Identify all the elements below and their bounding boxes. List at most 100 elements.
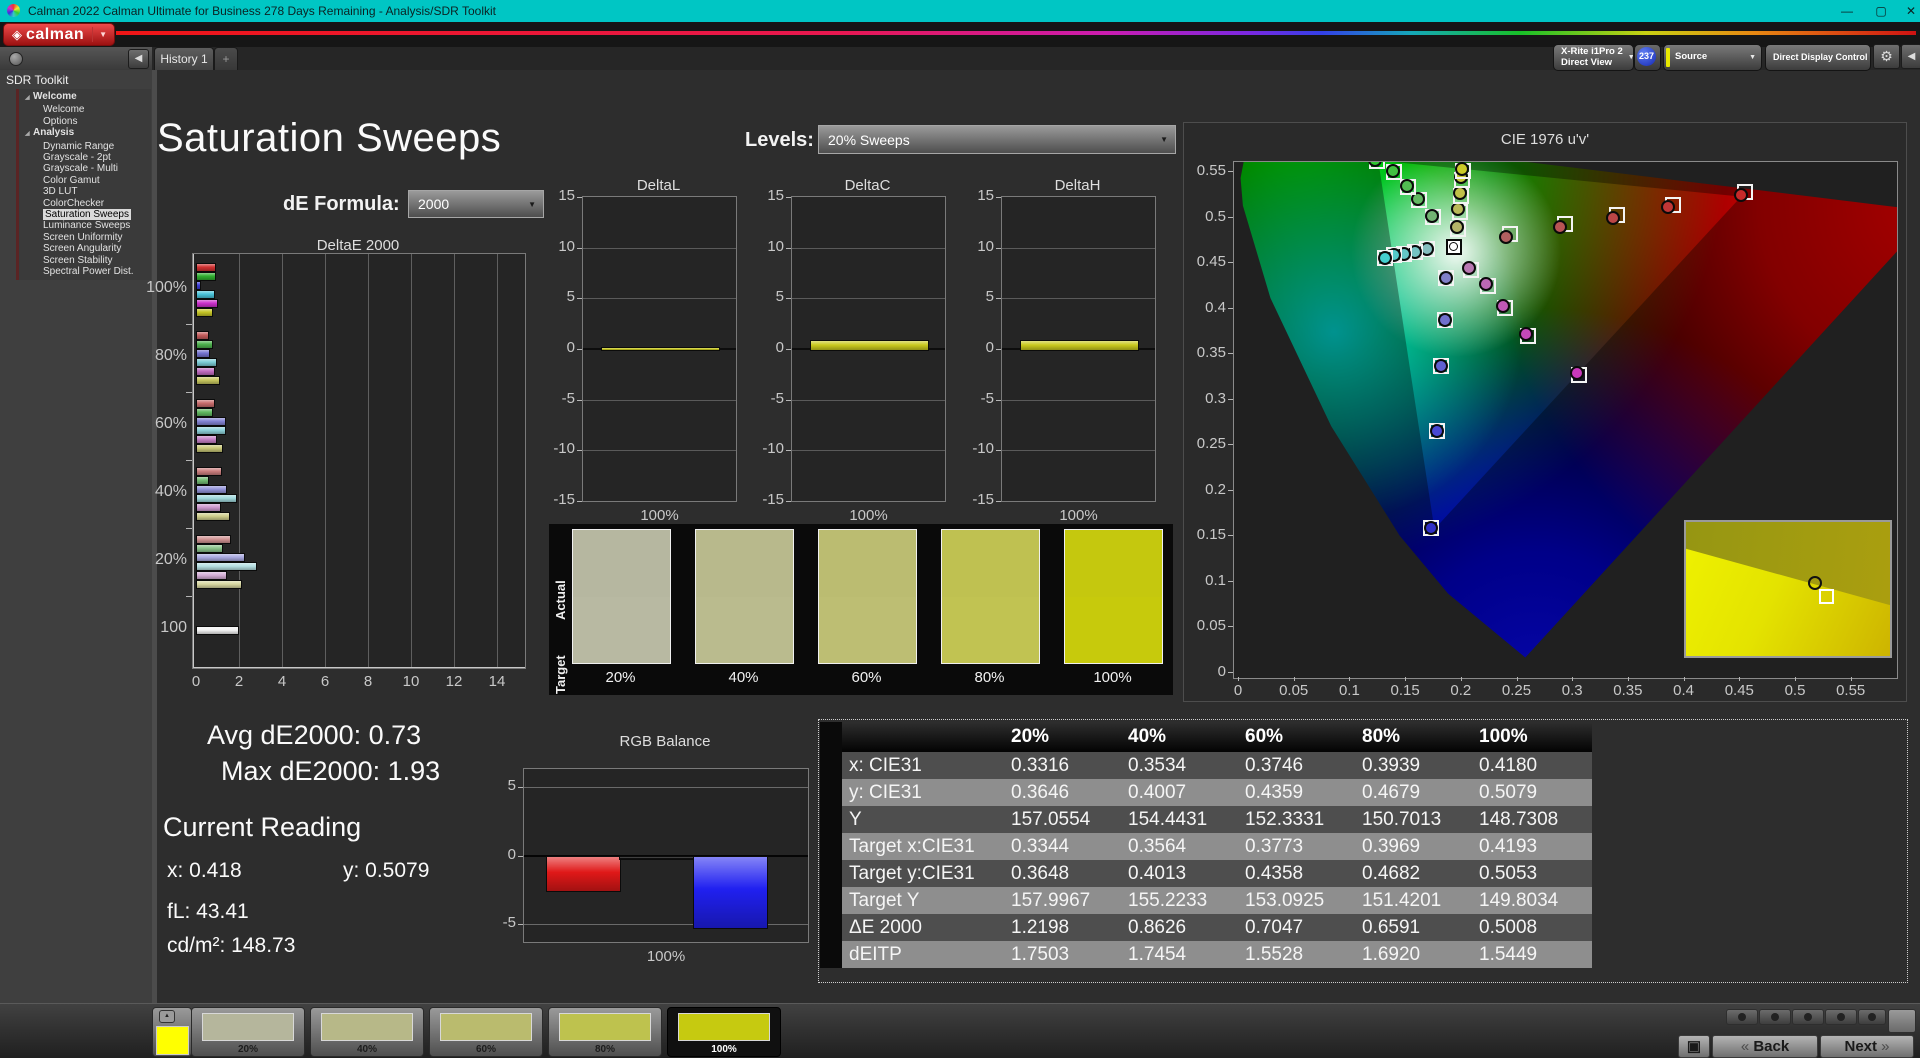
swatch-100%: [1064, 529, 1163, 664]
sidebar-item-grayscale-multi[interactable]: Grayscale - Multi: [19, 163, 151, 174]
pin-button[interactable]: [9, 52, 23, 66]
hidden-toolbar-button[interactable]: [1726, 1009, 1758, 1025]
category-label: 100%: [99, 280, 187, 296]
panel-collapse-button[interactable]: ◀: [1901, 44, 1920, 69]
pattern-tile-40%[interactable]: 40%: [310, 1007, 424, 1057]
back-button[interactable]: « Back: [1712, 1035, 1818, 1058]
table-corner: [820, 722, 842, 752]
x-tick-label: 14: [481, 674, 513, 690]
row-label: Target Y: [842, 887, 1004, 914]
y-tick-label: -10: [746, 441, 784, 457]
sidebar-item-label: Grayscale - Multi: [43, 163, 118, 174]
levels-dropdown[interactable]: 20% Sweeps ▼: [818, 125, 1176, 154]
deltae-bar-green-80%: [196, 340, 213, 349]
gridline: [1002, 400, 1155, 401]
y-tick-mark: [577, 450, 582, 451]
display-control-button[interactable]: Direct Display Control ▼: [1765, 44, 1871, 71]
source-device-button[interactable]: Source ▼: [1663, 44, 1762, 71]
deltae-bar-yellow-80%: [196, 376, 220, 385]
hidden-toolbar-button[interactable]: [1888, 1009, 1916, 1033]
sidebar-item-saturation-sweeps[interactable]: Saturation Sweeps: [19, 209, 151, 220]
x-tick-label: 0.3: [1550, 683, 1594, 699]
sidebar-item-label: Options: [43, 116, 77, 127]
hidden-toolbar-button[interactable]: [1759, 1009, 1791, 1025]
chevron-down-icon: ▼: [92, 27, 107, 42]
swatch-label: 40%: [695, 670, 792, 686]
pattern-tile-60%[interactable]: 60%: [429, 1007, 543, 1057]
sidebar-item-screen-angularity[interactable]: Screen Angularity: [19, 243, 151, 254]
sidebar-item-spectral-power-dist-[interactable]: Spectral Power Dist.: [19, 266, 151, 277]
sidebar-item-color-gamut[interactable]: Color Gamut: [19, 175, 151, 186]
hidden-toolbar-button[interactable]: [1792, 1009, 1824, 1025]
sidebar-item-dynamic-range[interactable]: Dynamic Range: [19, 141, 151, 152]
pattern-popout-icon[interactable]: ▲: [159, 1010, 175, 1023]
row-label: x: CIE31: [842, 752, 1004, 779]
inset-measured-marker: [1808, 576, 1822, 590]
hidden-toolbar-button[interactable]: [1858, 1009, 1886, 1025]
hidden-toolbar-button[interactable]: [1825, 1009, 1857, 1025]
table-cell: 0.6591: [1355, 914, 1472, 941]
pattern-tile-80%[interactable]: 80%: [548, 1007, 662, 1057]
row-strip: [820, 752, 842, 779]
y-tick-mark: [186, 596, 192, 597]
table-cell: 157.0554: [1004, 806, 1121, 833]
tree-expander-icon[interactable]: ◢: [25, 93, 33, 104]
settings-gear-button[interactable]: ⚙: [1873, 44, 1900, 69]
sidebar-item-screen-stability[interactable]: Screen Stability: [19, 255, 151, 266]
table-row: ΔE 20001.21980.86260.70470.65910.5008: [820, 914, 1592, 941]
sidebar-collapse-button[interactable]: ◀: [128, 49, 149, 69]
tree-expander-icon[interactable]: ◢: [25, 129, 33, 140]
sidebar-item-options[interactable]: Options: [19, 116, 151, 127]
sidebar-item-label: Analysis: [33, 127, 74, 138]
x-tick-mark: [1572, 677, 1573, 681]
table-row: Target x:CIE310.33440.35640.37730.39690.…: [820, 833, 1592, 860]
pattern-tile-swatch: [678, 1013, 770, 1041]
y-tick-label: -15: [537, 492, 575, 508]
y-tick-label: 15: [537, 188, 575, 204]
sidebar-item-grayscale-2pt[interactable]: Grayscale - 2pt: [19, 152, 151, 163]
next-button[interactable]: Next »: [1820, 1035, 1914, 1058]
target-swatch-60%: [819, 597, 916, 664]
table-cell: 0.3316: [1004, 752, 1121, 779]
de-formula-dropdown[interactable]: 2000 ▼: [408, 190, 544, 218]
pattern-window-tile[interactable]: ▲: [152, 1007, 192, 1057]
sidebar-item-colorchecker[interactable]: ColorChecker: [19, 198, 151, 209]
y-tick-mark: [996, 450, 1001, 451]
cie-diagram-panel: CIE 1976 u'v' 000.050.05: [1183, 122, 1907, 702]
table-cell: 0.3646: [1004, 779, 1121, 806]
calman-menu-button[interactable]: ◈ calman ▼: [3, 23, 115, 46]
back-label: Back: [1753, 1038, 1789, 1055]
y-tick-mark: [996, 501, 1001, 502]
close-button[interactable]: ✕: [1898, 3, 1920, 19]
x-tick-mark: [1405, 677, 1406, 681]
sidebar-item-screen-uniformity[interactable]: Screen Uniformity: [19, 232, 151, 243]
y-tick-mark: [1228, 217, 1233, 218]
deltae-bar-cyan-60%: [196, 426, 226, 435]
y-tick-mark: [1228, 535, 1233, 536]
tab-history-1[interactable]: History 1: [154, 47, 214, 70]
row-label: y: CIE31: [842, 779, 1004, 806]
sidebar-item-welcome[interactable]: ◢Welcome: [19, 91, 151, 104]
sidebar-item-analysis[interactable]: ◢Analysis: [19, 127, 151, 140]
back-arrow-icon: «: [1741, 1038, 1749, 1055]
sidebar-item-label: Screen Stability: [43, 255, 112, 266]
y-tick-mark: [786, 450, 791, 451]
pattern-tile-20%[interactable]: 20%: [191, 1007, 305, 1057]
sidebar-item-welcome[interactable]: Welcome: [19, 104, 151, 115]
gridline: [454, 254, 455, 668]
gridline: [583, 400, 736, 401]
maximize-button[interactable]: ▢: [1868, 3, 1894, 19]
table-cell: 0.4359: [1238, 779, 1355, 806]
sidebar-item-luminance-sweeps[interactable]: Luminance Sweeps: [19, 220, 151, 231]
sidebar-item-3d-lut[interactable]: 3D LUT: [19, 186, 151, 197]
pattern-tile-100%[interactable]: 100%: [667, 1007, 781, 1057]
meter-device-button[interactable]: X-Rite i1Pro 2Direct View ▼: [1553, 44, 1634, 71]
add-tab-button[interactable]: +: [214, 47, 238, 70]
y-tick-label: 0.5: [1184, 209, 1226, 225]
deltae-bar-blue-20%: [196, 553, 245, 562]
measured-marker-blue: [1439, 271, 1453, 285]
stop-button[interactable]: ▣: [1678, 1035, 1710, 1058]
category-label: 60%: [99, 416, 187, 432]
minimize-button[interactable]: —: [1834, 3, 1860, 19]
source-status-bar: [1666, 48, 1670, 67]
